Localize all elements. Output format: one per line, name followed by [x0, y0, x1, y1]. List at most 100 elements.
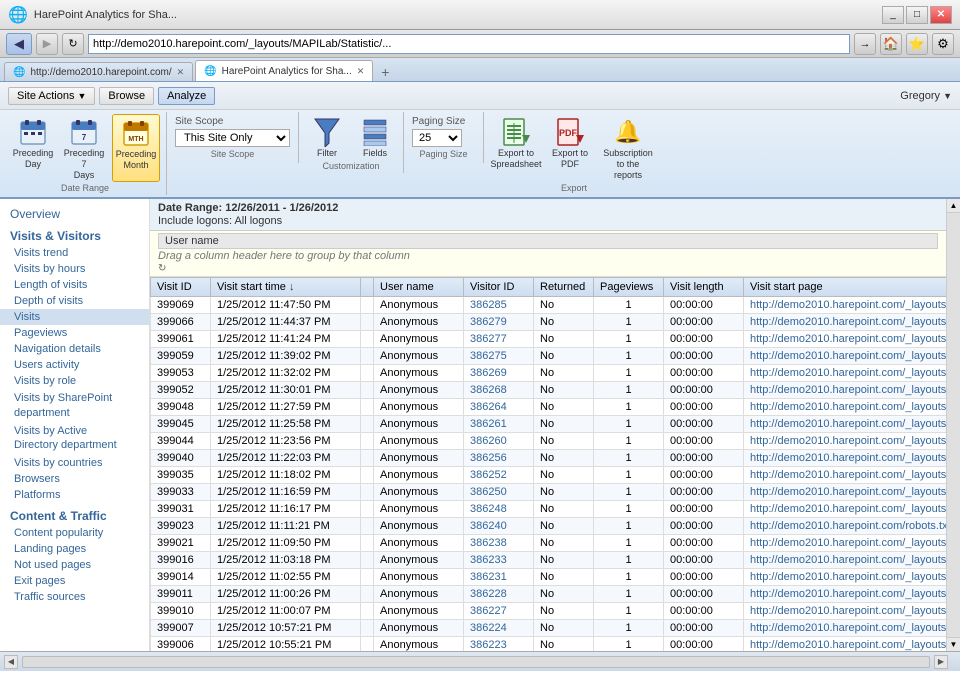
cell-visit-page[interactable]: http://demo2010.harepoint.com/_layouts..… — [744, 620, 947, 637]
sidebar-item-overview[interactable]: Overview — [0, 203, 149, 223]
sidebar-section-content[interactable]: Content & Traffic — [0, 503, 149, 525]
site-actions-button[interactable]: Site Actions ▼ — [8, 87, 95, 105]
col-returned[interactable]: Returned — [534, 278, 594, 297]
cell-visitor-id[interactable]: 386231 — [464, 569, 534, 586]
sidebar-item-traffic-sources[interactable]: Traffic sources — [0, 589, 149, 605]
cell-visit-page[interactable]: http://demo2010.harepoint.com/_layouts..… — [744, 314, 947, 331]
scroll-track[interactable] — [947, 213, 960, 637]
cell-visit-page[interactable]: http://demo2010.harepoint.com/_layouts..… — [744, 382, 947, 399]
browse-button[interactable]: Browse — [99, 87, 154, 105]
cell-visit-page[interactable]: http://demo2010.harepoint.com/_layouts..… — [744, 603, 947, 620]
cell-visit-page[interactable]: http://demo2010.harepoint.com/_layouts..… — [744, 365, 947, 382]
cell-visit-page[interactable]: http://demo2010.harepoint.com/_layouts..… — [744, 348, 947, 365]
site-scope-select[interactable]: This Site Only — [175, 129, 290, 147]
cell-visit-page[interactable]: http://demo2010.harepoint.com/_layouts..… — [744, 637, 947, 652]
preceding-day-button[interactable]: Preceding Day — [10, 114, 56, 182]
sidebar-item-users-activity[interactable]: Users activity — [0, 357, 149, 373]
cell-visit-page[interactable]: http://demo2010.harepoint.com/_layouts..… — [744, 399, 947, 416]
tab-1[interactable]: 🌐 http://demo2010.harepoint.com/ ✕ — [4, 62, 193, 81]
sidebar-section-visits[interactable]: Visits & Visitors — [0, 223, 149, 245]
cell-visit-page[interactable]: http://demo2010.harepoint.com/_layouts..… — [744, 331, 947, 348]
h-scroll-left[interactable]: ◀ — [4, 655, 18, 669]
sidebar-item-visits-by-sp[interactable]: Visits by SharePointdepartment — [0, 389, 149, 422]
export-pdf-button[interactable]: PDF Export to PDF — [546, 114, 594, 172]
col-user-name[interactable]: User name — [374, 278, 464, 297]
sidebar-item-not-used-pages[interactable]: Not used pages — [0, 557, 149, 573]
sidebar-item-visits-by-hours[interactable]: Visits by hours — [0, 261, 149, 277]
fields-button[interactable]: Fields — [353, 114, 397, 160]
cell-visit-page[interactable]: http://demo2010.harepoint.com/_layouts..… — [744, 535, 947, 552]
col-visit-id[interactable]: Visit ID — [151, 278, 211, 297]
sidebar-item-visits-trend[interactable]: Visits trend — [0, 245, 149, 261]
maximize-button[interactable]: □ — [906, 6, 928, 24]
cell-visitor-id[interactable]: 386228 — [464, 586, 534, 603]
cell-visitor-id[interactable]: 386227 — [464, 603, 534, 620]
close-button[interactable]: ✕ — [930, 6, 952, 24]
sidebar-item-length-of-visits[interactable]: Length of visits — [0, 277, 149, 293]
sidebar-item-platforms[interactable]: Platforms — [0, 487, 149, 503]
cell-visit-page[interactable]: http://demo2010.harepoint.com/_layouts..… — [744, 450, 947, 467]
cell-visit-page[interactable]: http://demo2010.harepoint.com/robots.txt — [744, 518, 947, 535]
sidebar-item-visits-by-ad[interactable]: Visits by ActiveDirectory department — [0, 422, 149, 455]
paging-select[interactable]: 25 — [412, 129, 462, 147]
preceding-month-button[interactable]: MTH Preceding Month — [112, 114, 160, 182]
col-visitor-id[interactable]: Visitor ID — [464, 278, 534, 297]
col-visit-length[interactable]: Visit length — [664, 278, 744, 297]
tab-1-close[interactable]: ✕ — [177, 67, 185, 78]
data-grid[interactable]: Visit ID Visit start time ↓ User name Vi… — [150, 277, 946, 651]
export-spreadsheet-button[interactable]: Export to Spreadsheet — [490, 114, 542, 172]
cell-visitor-id[interactable]: 386238 — [464, 535, 534, 552]
sidebar-item-content-popularity[interactable]: Content popularity — [0, 525, 149, 541]
minimize-button[interactable]: _ — [882, 6, 904, 24]
cell-visitor-id[interactable]: 386261 — [464, 416, 534, 433]
cell-visitor-id[interactable]: 386224 — [464, 620, 534, 637]
col-pageviews[interactable]: Pageviews — [594, 278, 664, 297]
cell-visit-page[interactable]: http://demo2010.harepoint.com/_layouts..… — [744, 586, 947, 603]
scroll-up-arrow[interactable]: ▲ — [947, 199, 960, 213]
cell-visitor-id[interactable]: 386233 — [464, 552, 534, 569]
tab-2[interactable]: 🌐 HarePoint Analytics for Sha... ✕ — [195, 60, 373, 81]
h-scroll-track[interactable] — [22, 656, 930, 668]
analyze-button[interactable]: Analyze — [158, 87, 215, 105]
preceding-7days-button[interactable]: 7 Preceding 7 Days — [58, 114, 110, 182]
address-input[interactable] — [88, 34, 850, 54]
forward-button[interactable]: ▶ — [36, 33, 58, 55]
sidebar-item-depth-of-visits[interactable]: Depth of visits — [0, 293, 149, 309]
tab-2-close[interactable]: ✕ — [357, 66, 365, 77]
cell-visitor-id[interactable]: 386256 — [464, 450, 534, 467]
cell-visit-page[interactable]: http://demo2010.harepoint.com/_layouts..… — [744, 467, 947, 484]
cell-visit-page[interactable]: http://demo2010.harepoint.com/_layouts..… — [744, 484, 947, 501]
cell-visitor-id[interactable]: 386285 — [464, 297, 534, 314]
settings-button[interactable]: ⚙ — [932, 33, 954, 55]
cell-visitor-id[interactable]: 386277 — [464, 331, 534, 348]
subscription-button[interactable]: 🔔 Subscription to the reports — [598, 114, 658, 182]
cell-visitor-id[interactable]: 386252 — [464, 467, 534, 484]
cell-visit-page[interactable]: http://demo2010.harepoint.com/_layouts..… — [744, 552, 947, 569]
cell-visit-page[interactable]: http://demo2010.harepoint.com/_layouts..… — [744, 297, 947, 314]
cell-visitor-id[interactable]: 386279 — [464, 314, 534, 331]
new-tab-button[interactable]: + — [375, 62, 395, 81]
refresh-button[interactable]: ↻ — [62, 33, 84, 55]
cell-visitor-id[interactable]: 386240 — [464, 518, 534, 535]
cell-visitor-id[interactable]: 386260 — [464, 433, 534, 450]
sidebar-item-navigation[interactable]: Navigation details — [0, 341, 149, 357]
cell-visitor-id[interactable]: 386223 — [464, 637, 534, 652]
filter-button[interactable]: Filter — [305, 114, 349, 160]
col-visit-start-page[interactable]: Visit start page — [744, 278, 947, 297]
cell-visitor-id[interactable]: 386250 — [464, 484, 534, 501]
sidebar-item-pageviews[interactable]: Pageviews — [0, 325, 149, 341]
cell-visit-page[interactable]: http://demo2010.harepoint.com/_layouts..… — [744, 416, 947, 433]
sidebar-item-visits-by-role[interactable]: Visits by role — [0, 373, 149, 389]
cell-visit-page[interactable]: http://demo2010.harepoint.com/_layouts..… — [744, 501, 947, 518]
sidebar-item-visits[interactable]: Visits — [0, 309, 149, 325]
back-button[interactable]: ◀ — [6, 33, 32, 55]
sidebar-item-browsers[interactable]: Browsers — [0, 471, 149, 487]
sidebar-item-visits-by-countries[interactable]: Visits by countries — [0, 455, 149, 471]
cell-visitor-id[interactable]: 386275 — [464, 348, 534, 365]
sidebar-item-exit-pages[interactable]: Exit pages — [0, 573, 149, 589]
sidebar-item-landing-pages[interactable]: Landing pages — [0, 541, 149, 557]
scroll-down-arrow[interactable]: ▼ — [947, 637, 960, 651]
cell-visitor-id[interactable]: 386264 — [464, 399, 534, 416]
cell-visitor-id[interactable]: 386268 — [464, 382, 534, 399]
cell-visit-page[interactable]: http://demo2010.harepoint.com/_layouts..… — [744, 569, 947, 586]
